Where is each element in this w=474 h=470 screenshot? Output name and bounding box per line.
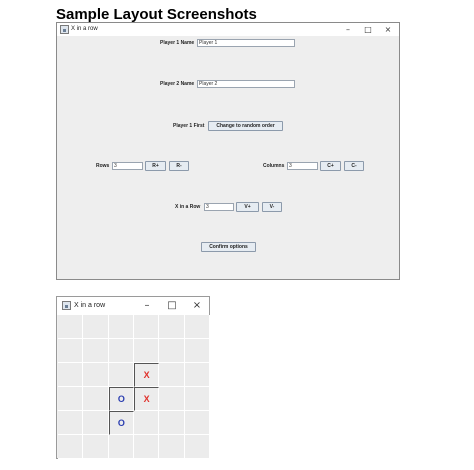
board-cell[interactable]: X <box>134 387 160 411</box>
player2-name-field[interactable]: Player 2 <box>197 80 295 88</box>
window-title: X in a row <box>71 26 98 32</box>
confirm-options-button[interactable]: Confirm options <box>201 242 256 252</box>
board-cell[interactable] <box>159 387 185 411</box>
rows-plus-button[interactable]: R+ <box>145 161 166 171</box>
board-cell[interactable]: X <box>134 363 160 387</box>
board-cell[interactable] <box>184 387 210 411</box>
board-cell[interactable] <box>58 411 84 435</box>
java-app-icon <box>62 301 71 310</box>
board-cell[interactable] <box>134 315 160 339</box>
board-cell[interactable] <box>134 435 160 459</box>
board-cell[interactable] <box>159 411 185 435</box>
game-board: XOXO <box>58 315 210 459</box>
board-cell[interactable] <box>58 363 84 387</box>
rows-field[interactable]: 3 <box>112 162 143 170</box>
player1-name-label: Player 1 Name <box>160 40 195 46</box>
minimize-icon[interactable]: – <box>139 297 155 315</box>
close-icon[interactable]: × <box>189 297 205 315</box>
page-title: Sample Layout Screenshots <box>56 6 257 23</box>
board-cell[interactable] <box>83 339 109 363</box>
board-cell[interactable] <box>134 339 160 363</box>
options-window-titlebar[interactable]: X in a row – □ × <box>57 23 399 36</box>
board-cell[interactable] <box>159 339 185 363</box>
columns-plus-button[interactable]: C+ <box>320 161 341 171</box>
random-order-button[interactable]: Change to random order <box>208 121 283 131</box>
board-cell[interactable] <box>58 387 84 411</box>
board-cell[interactable] <box>83 363 109 387</box>
board-cell[interactable] <box>159 315 185 339</box>
board-cell[interactable] <box>184 411 210 435</box>
board-cell[interactable] <box>58 339 84 363</box>
maximize-icon[interactable]: □ <box>361 23 375 36</box>
x-in-row-field[interactable]: 3 <box>204 203 234 211</box>
board-cell[interactable] <box>83 387 109 411</box>
board-cell[interactable] <box>184 363 210 387</box>
x-in-row-plus-button[interactable]: V+ <box>236 202 259 212</box>
options-window: X in a row – □ × Player 1 Name Player 1 … <box>56 22 400 280</box>
board-cell[interactable] <box>108 363 134 387</box>
rows-minus-button[interactable]: R- <box>169 161 189 171</box>
board-cell[interactable] <box>184 435 210 459</box>
board-cell[interactable] <box>108 435 134 459</box>
columns-field[interactable]: 3 <box>287 162 318 170</box>
x-in-row-minus-button[interactable]: V- <box>262 202 282 212</box>
close-icon[interactable]: × <box>381 23 395 36</box>
rows-label: Rows <box>96 163 110 169</box>
board-cell[interactable] <box>184 315 210 339</box>
board-cell[interactable] <box>83 435 109 459</box>
window-title: X in a row <box>74 302 106 309</box>
player1-first-label: Player 1 First <box>173 123 205 129</box>
columns-minus-button[interactable]: C- <box>344 161 364 171</box>
board-cell[interactable] <box>83 411 109 435</box>
x-in-row-label: X in a Row <box>175 204 201 210</box>
board-cell[interactable]: O <box>108 387 134 411</box>
board-cell[interactable] <box>58 435 84 459</box>
board-cell[interactable] <box>58 315 84 339</box>
columns-label: Columns <box>263 163 285 169</box>
board-cell[interactable] <box>184 339 210 363</box>
java-app-icon <box>60 25 69 34</box>
board-cell[interactable] <box>134 411 160 435</box>
board-cell[interactable] <box>159 435 185 459</box>
player1-name-field[interactable]: Player 1 <box>197 39 295 47</box>
board-cell[interactable] <box>108 339 134 363</box>
board-cell[interactable] <box>108 315 134 339</box>
game-window: X in a row – □ × XOXO <box>56 296 210 459</box>
game-window-titlebar[interactable]: X in a row – □ × <box>57 297 209 315</box>
board-cell[interactable] <box>83 315 109 339</box>
player2-name-label: Player 2 Name <box>160 81 195 87</box>
minimize-icon[interactable]: – <box>341 23 355 36</box>
maximize-icon[interactable]: □ <box>164 297 180 315</box>
board-cell[interactable] <box>159 363 185 387</box>
board-cell[interactable]: O <box>108 411 134 435</box>
